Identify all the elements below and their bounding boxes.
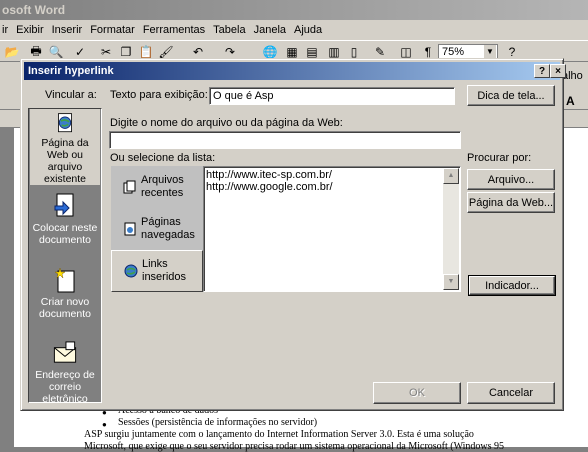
display-text-input[interactable]: O que é Asp: [209, 87, 455, 105]
menu-item-formatar[interactable]: Formatar: [86, 24, 139, 36]
address-input[interactable]: [109, 131, 461, 149]
dialog-title: Inserir hyperlink: [28, 65, 114, 77]
list-item[interactable]: http://www.itec-sp.com.br/: [206, 169, 332, 181]
word-title: osoft Word: [2, 3, 66, 17]
web-page-icon: [58, 113, 72, 133]
link-target-label: Endereço de correio eletrônico: [35, 369, 95, 405]
list-item[interactable]: http://www.google.com.br/: [206, 181, 333, 193]
menu-item-inserir[interactable]: Inserir: [48, 24, 87, 36]
browsed-pages-icon: [124, 222, 136, 236]
list-source-label: Arquivos recentes: [141, 174, 184, 199]
close-button[interactable]: ×: [550, 64, 566, 78]
browsed-pages-item[interactable]: Páginas navegadas: [111, 208, 203, 250]
cancel-button[interactable]: Cancelar: [467, 382, 555, 404]
list-source-label: Links inseridos: [142, 258, 187, 283]
ok-button[interactable]: OK: [373, 382, 461, 404]
browse-for-label: Procurar por:: [467, 152, 532, 164]
recent-files-item[interactable]: Arquivos recentes: [111, 166, 203, 208]
menu-item-ferramentas[interactable]: Ferramentas: [139, 24, 209, 36]
font-color-icon[interactable]: A: [566, 94, 575, 108]
link-target-label: Criar novo documento: [39, 296, 91, 320]
link-existing-file-item[interactable]: Página da Web ou arquivo existente: [30, 109, 100, 185]
link-to-bar: Página da Web ou arquivo existente Coloc…: [28, 108, 102, 405]
display-text-label: Texto para exibição:: [110, 89, 208, 101]
dialog-title-bar[interactable]: Inserir hyperlink ? ×: [24, 62, 566, 80]
menu-item-exibir[interactable]: Exibir: [12, 24, 48, 36]
doc-line-2: Sessões (persistência de informações no …: [118, 417, 318, 428]
menu-item-janela[interactable]: Janela: [250, 24, 290, 36]
scroll-down-icon[interactable]: ▼: [443, 274, 459, 290]
chevron-down-icon[interactable]: ▼: [484, 45, 496, 59]
link-this-document-item[interactable]: Colocar neste documento: [30, 189, 100, 263]
url-listbox[interactable]: http://www.itec-sp.com.br/ http://www.go…: [203, 166, 461, 292]
vincular-label: Vincular a:: [45, 89, 97, 101]
inserted-links-item[interactable]: Links inseridos: [111, 250, 203, 292]
inserted-links-icon: [124, 264, 138, 278]
help-button[interactable]: ?: [534, 64, 550, 78]
browse-webpage-button[interactable]: Página da Web...: [467, 192, 555, 213]
place-in-document-icon: [54, 193, 74, 217]
browse-file-button[interactable]: Arquivo...: [467, 169, 555, 190]
link-target-label: Página da Web ou arquivo existente: [41, 137, 89, 185]
bullet-icon: ●: [102, 420, 107, 429]
open-icon[interactable]: 📂: [4, 44, 20, 60]
select-from-list-label: Ou selecione da lista:: [110, 152, 216, 164]
menu-item-arquivo[interactable]: ir: [2, 24, 12, 36]
screentip-button[interactable]: Dica de tela...: [467, 85, 555, 106]
list-source-label: Páginas navegadas: [141, 216, 195, 241]
list-source-bar: Arquivos recentes Páginas navegadas Link…: [111, 166, 203, 292]
bookmark-button[interactable]: Indicador...: [468, 275, 556, 296]
insert-hyperlink-dialog: Inserir hyperlink ? × Vincular a: Texto …: [20, 58, 566, 411]
list-scrollbar[interactable]: ▲ ▼: [443, 168, 459, 290]
menu-item-ajuda[interactable]: Ajuda: [290, 24, 326, 36]
scroll-up-icon[interactable]: ▲: [443, 168, 459, 184]
email-envelope-icon: [53, 341, 77, 363]
new-document-icon: [54, 267, 75, 293]
link-email-item[interactable]: Endereço de correio eletrônico: [30, 337, 100, 405]
address-label: Digite o nome do arquivo ou da página da…: [110, 117, 343, 129]
menu-item-tabela[interactable]: Tabela: [209, 24, 249, 36]
link-new-document-item[interactable]: Criar novo documento: [30, 263, 100, 337]
word-menu-bar: ir Exibir Inserir Formatar Ferramentas T…: [0, 20, 588, 40]
link-target-label: Colocar neste documento: [32, 222, 98, 246]
doc-line-3: ASP surgiu juntamente com o lançamento d…: [84, 429, 474, 440]
word-title-bar: osoft Word: [0, 0, 588, 20]
recent-files-icon: [123, 180, 136, 194]
